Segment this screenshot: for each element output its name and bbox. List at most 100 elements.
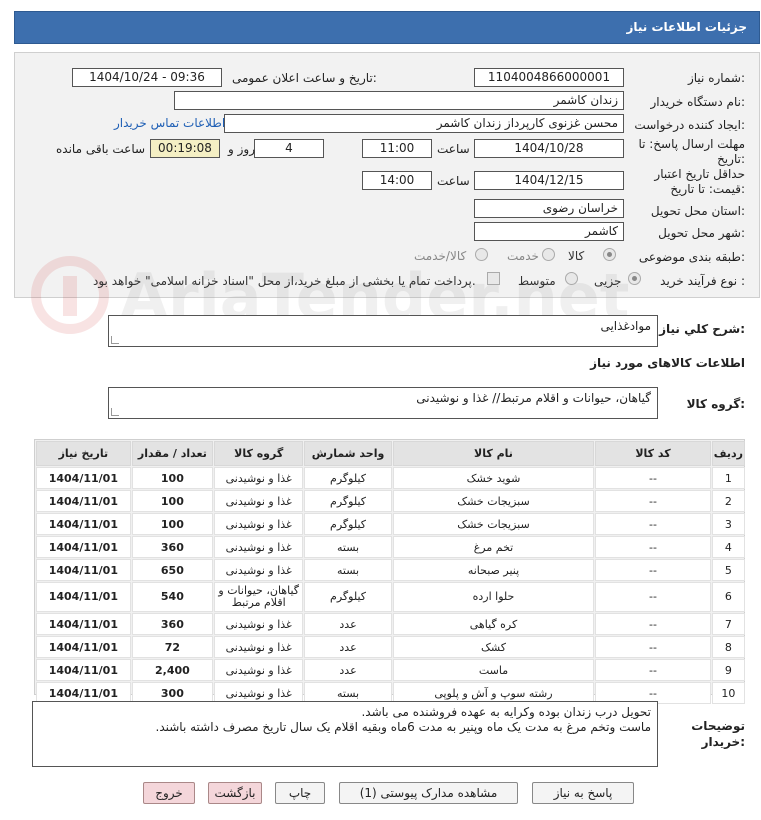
cell-item-name: حلوا ارده: [392, 582, 595, 612]
col-header-group: گروه کالا: [214, 441, 304, 466]
table-row: 5 -- پنیر صبحانه بسته غذا و نوشیدنی 650 …: [36, 559, 745, 581]
page-header: جزئیات اطلاعات نیاز: [14, 11, 760, 44]
treasury-checkbox[interactable]: [487, 272, 500, 285]
cell-row-number: 4: [711, 536, 745, 558]
cell-quantity: 72: [131, 636, 214, 658]
cell-item-name: کشک: [392, 636, 595, 658]
reply-button[interactable]: پاسخ به نیاز: [532, 782, 634, 804]
summary-label: شرح کلي نياز:: [659, 322, 745, 336]
cell-group: غذا و نوشیدنی: [214, 659, 304, 681]
back-button[interactable]: بازگشت: [208, 782, 262, 804]
table-row: 8 -- کشک عدد غذا و نوشیدنی 72 1404/11/01: [36, 636, 745, 658]
validity-date-field: 1404/12/15: [474, 171, 624, 190]
col-header-unit: واحد شمارش: [304, 441, 392, 466]
process-radio-medium[interactable]: [565, 272, 578, 285]
creator-label: ایجاد کننده درخواست:: [634, 118, 745, 132]
cell-need-date: 1404/11/01: [36, 613, 131, 635]
cell-quantity: 540: [131, 582, 214, 612]
summary-text: موادغذایی: [600, 319, 651, 333]
days-label: روز و: [228, 142, 255, 156]
cell-group: غذا و نوشیدنی: [214, 467, 304, 489]
notes-line-2: ماست وتخم مرغ به مدت یک ماه وپنیر به مدت…: [155, 720, 652, 734]
buyer-org-label: نام دستگاه خریدار:: [650, 95, 746, 109]
city-field: کاشمر: [474, 222, 624, 241]
category-option-goods-service: کالا/خدمت: [414, 249, 467, 263]
province-field: خراسان رضوی: [474, 199, 624, 218]
cell-item-name: ماست: [392, 659, 595, 681]
cell-row-number: 10: [711, 682, 745, 704]
category-radio-goods[interactable]: [603, 248, 616, 261]
cell-unit: بسته: [304, 536, 392, 558]
validity-hour-label: ساعت: [437, 174, 470, 188]
cell-row-number: 1: [711, 467, 745, 489]
contact-info-link[interactable]: اطلاعات تماس خریدار: [114, 116, 225, 130]
cell-quantity: 2,400: [131, 659, 214, 681]
view-attachments-button[interactable]: مشاهده مدارک پیوستی (1): [339, 782, 518, 804]
cell-unit: کیلوگرم: [304, 582, 392, 612]
cell-item-code: --: [595, 559, 711, 581]
notes-textarea[interactable]: تحویل درب زندان بوده وکرایه به عهده فروش…: [32, 701, 658, 767]
days-field: 4: [254, 139, 324, 158]
col-header-item-name: نام کالا: [392, 441, 595, 466]
cell-quantity: 100: [131, 490, 214, 512]
table-row: 9 -- ماست عدد غذا و نوشیدنی 2,400 1404/1…: [36, 659, 745, 681]
treasury-note: پرداخت تمام یا بخشی از مبلغ خرید،از محل …: [93, 274, 476, 288]
cell-need-date: 1404/11/01: [36, 490, 131, 512]
col-header-quantity: تعداد / مقدار: [131, 441, 214, 466]
cell-quantity: 100: [131, 513, 214, 535]
cell-item-code: --: [595, 659, 711, 681]
goods-group-label: گروه کالا:: [686, 397, 745, 411]
table-row: 6 -- حلوا ارده کیلوگرم گیاهان، حیوانات و…: [36, 582, 745, 612]
category-radio-service[interactable]: [542, 248, 555, 261]
cell-group: غذا و نوشیدنی: [214, 559, 304, 581]
cell-group: غذا و نوشیدنی: [214, 636, 304, 658]
remaining-time-field: 00:19:08: [150, 139, 220, 158]
cell-unit: کیلوگرم: [304, 513, 392, 535]
deadline-time-field: 11:00: [362, 139, 432, 158]
goods-table-container: ردیف کد کالا نام کالا واحد شمارش گروه کا…: [34, 439, 745, 704]
category-option-goods: کالا: [568, 249, 585, 263]
table-row: 2 -- سبزیجات خشک کیلوگرم غذا و نوشیدنی 1…: [36, 490, 745, 512]
cell-need-date: 1404/11/01: [36, 582, 131, 612]
process-radio-minor[interactable]: [628, 272, 641, 285]
print-button[interactable]: چاپ: [275, 782, 325, 804]
cell-quantity: 360: [131, 536, 214, 558]
remaining-label: ساعت باقی مانده: [56, 142, 146, 156]
cell-item-name: پنیر صبحانه: [392, 559, 595, 581]
cell-item-code: --: [595, 490, 711, 512]
goods-group-textarea[interactable]: گیاهان، حیوانات و اقلام مرتبط// غذا و نو…: [108, 387, 658, 419]
cell-item-code: --: [595, 582, 711, 612]
table-header-row: ردیف کد کالا نام کالا واحد شمارش گروه کا…: [36, 441, 745, 466]
col-header-need-date: تاریخ نیاز: [36, 441, 131, 466]
cell-need-date: 1404/11/01: [36, 559, 131, 581]
table-row: 4 -- تخم مرغ بسته غذا و نوشیدنی 360 1404…: [36, 536, 745, 558]
deadline-date-field: 1404/10/28: [474, 139, 624, 158]
category-radio-goods-service[interactable]: [475, 248, 488, 261]
deadline-hour-label: ساعت: [437, 142, 470, 156]
cell-unit: بسته: [304, 559, 392, 581]
cell-quantity: 100: [131, 467, 214, 489]
cell-unit: عدد: [304, 659, 392, 681]
table-row: 1 -- شوید خشک کیلوگرم غذا و نوشیدنی 100 …: [36, 467, 745, 489]
goods-group-text: گیاهان، حیوانات و اقلام مرتبط// غذا و نو…: [416, 391, 651, 405]
resize-handle[interactable]: [111, 336, 119, 344]
cell-item-name: کره گیاهی: [392, 613, 595, 635]
announce-field: 1404/10/24 - 09:36: [72, 68, 222, 87]
cell-row-number: 3: [711, 513, 745, 535]
category-option-service: خدمت: [507, 249, 539, 263]
exit-button[interactable]: خروج: [143, 782, 195, 804]
cell-row-number: 7: [711, 613, 745, 635]
deadline-label: مهلت ارسال پاسخ: تا تاریخ:: [638, 137, 745, 166]
cell-row-number: 6: [711, 582, 745, 612]
city-label: شهر محل تحویل:: [658, 226, 745, 240]
cell-row-number: 5: [711, 559, 745, 581]
summary-textarea[interactable]: موادغذایی: [108, 315, 658, 347]
cell-unit: کیلوگرم: [304, 490, 392, 512]
resize-handle[interactable]: [111, 408, 119, 416]
cell-item-code: --: [595, 536, 711, 558]
cell-need-date: 1404/11/01: [36, 513, 131, 535]
cell-item-name: سبزیجات خشک: [392, 513, 595, 535]
cell-unit: کیلوگرم: [304, 467, 392, 489]
cell-item-name: سبزیجات خشک: [392, 490, 595, 512]
cell-group: غذا و نوشیدنی: [214, 536, 304, 558]
